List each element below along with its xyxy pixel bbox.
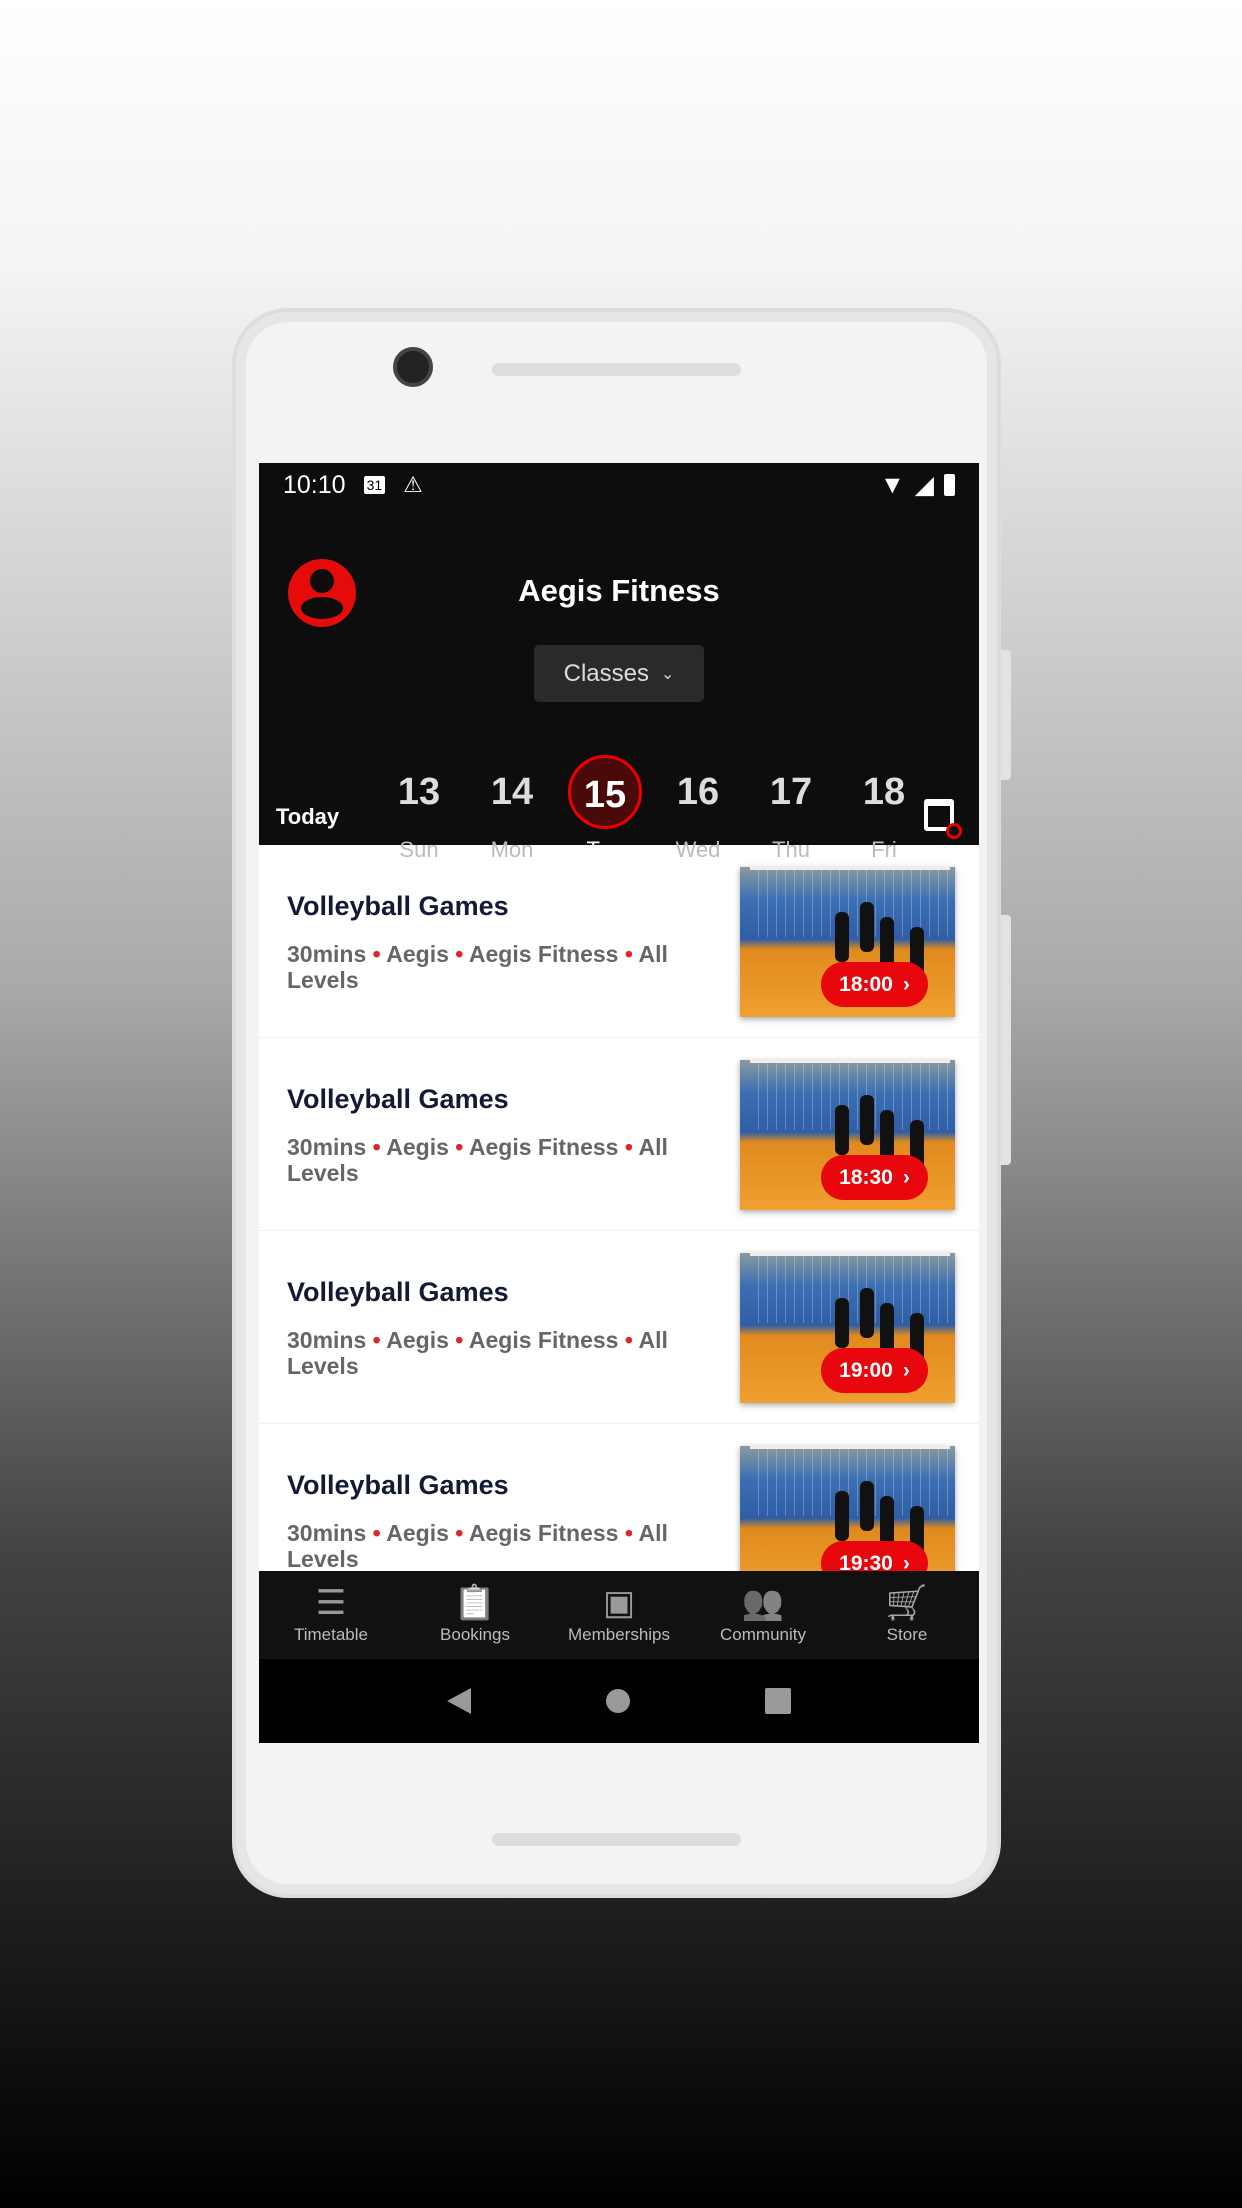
- nav-timetable[interactable]: ☰ Timetable: [259, 1571, 403, 1659]
- date-number: 15: [568, 755, 642, 829]
- date-number: 14: [490, 771, 534, 813]
- membership-card-icon: ▣: [602, 1584, 636, 1622]
- nav-label: Memberships: [567, 1625, 671, 1644]
- warning-icon: ⚠: [403, 472, 423, 497]
- class-title: Volleyball Games: [287, 1084, 509, 1114]
- bottom-nav: ☰ Timetable 📋 Bookings ▣ Memberships 👥 Communit…: [259, 1571, 979, 1659]
- class-meta: 30mins • Aegis • Aegis Fitness • All Lev…: [287, 1520, 668, 1571]
- camera: [393, 347, 433, 387]
- app-title: Aegis Fitness: [518, 573, 720, 608]
- status-time: 10:10: [283, 470, 346, 499]
- clipboard-check-icon: 📋: [453, 1584, 497, 1622]
- instructor: Aegis: [386, 1520, 449, 1546]
- class-thumbnail: 18:30 ›: [740, 1060, 955, 1210]
- date-number: 17: [769, 771, 813, 813]
- date-number: 16: [676, 771, 720, 813]
- class-meta: 30mins • Aegis • Aegis Fitness • All Lev…: [287, 1327, 668, 1379]
- time-button[interactable]: 18:00 ›: [821, 962, 928, 1007]
- chevron-right-icon: ›: [902, 1165, 910, 1189]
- class-thumbnail: 19:30 ›: [740, 1446, 955, 1571]
- nav-label: Timetable: [293, 1625, 368, 1644]
- date-number: 13: [397, 771, 441, 813]
- class-title: Volleyball Games: [287, 1277, 509, 1307]
- location: Aegis Fitness: [468, 1134, 619, 1160]
- users-icon: 👥: [741, 1584, 785, 1622]
- screen: 10:10 31 ⚠ ▼ ◢ Aegis Fitness Classes ⌄ Tod…: [259, 463, 979, 1743]
- power-button: [1001, 650, 1011, 780]
- battery-icon: [944, 474, 955, 496]
- chevron-right-icon: ›: [902, 1358, 910, 1382]
- chevron-right-icon: ›: [902, 1551, 910, 1572]
- location: Aegis Fitness: [468, 941, 619, 967]
- location: Aegis Fitness: [468, 1520, 619, 1546]
- date-number: 18: [862, 771, 906, 813]
- nav-label: Store: [886, 1625, 928, 1644]
- today-button[interactable]: Today: [276, 804, 339, 830]
- class-time: 19:00: [839, 1358, 893, 1382]
- time-button[interactable]: 19:00 ›: [821, 1348, 928, 1393]
- nav-community[interactable]: 👥 Community: [691, 1571, 835, 1659]
- duration: 30mins: [287, 1520, 367, 1546]
- volume-button: [1001, 915, 1011, 1165]
- class-time: 18:30: [839, 1165, 893, 1189]
- class-thumbnail: 18:00 ›: [740, 867, 955, 1017]
- status-bar: 10:10 31 ⚠ ▼ ◢: [259, 463, 979, 507]
- dropdown-label: Classes: [563, 659, 649, 687]
- wifi-icon: ▼: [880, 470, 905, 499]
- nav-bookings[interactable]: 📋 Bookings: [403, 1571, 547, 1659]
- calendar-notification-icon: 31: [363, 476, 386, 494]
- class-item[interactable]: Volleyball Games 30mins • Aegis • Aegis …: [259, 1231, 979, 1424]
- calendar-search-icon[interactable]: [924, 799, 962, 839]
- duration: 30mins: [287, 1327, 367, 1353]
- class-item[interactable]: Volleyball Games 30mins • Aegis • Aegis …: [259, 1038, 979, 1231]
- class-list: Volleyball Games 30mins • Aegis • Aegis …: [259, 845, 979, 1571]
- chevron-down-icon: ⌄: [660, 665, 675, 683]
- time-button[interactable]: 18:30 ›: [821, 1155, 928, 1200]
- class-title: Volleyball Games: [287, 891, 509, 921]
- home-icon[interactable]: [605, 1689, 630, 1713]
- cart-icon: 🛒: [885, 1584, 929, 1622]
- back-icon[interactable]: [446, 1688, 471, 1714]
- nav-label: Community: [720, 1625, 806, 1644]
- bottom-bar: [492, 1833, 741, 1846]
- nav-label: Bookings: [440, 1625, 510, 1644]
- list-star-icon: ☰: [315, 1584, 347, 1622]
- recents-icon[interactable]: [765, 1688, 792, 1714]
- header: Aegis Fitness Classes ⌄ Today 13 Sun 14 Mon 1…: [259, 507, 979, 862]
- duration: 30mins: [287, 941, 367, 967]
- duration: 30mins: [287, 1134, 367, 1160]
- class-item[interactable]: Volleyball Games 30mins • Aegis • Aegis …: [259, 1424, 979, 1571]
- instructor: Aegis: [386, 1134, 449, 1160]
- class-title: Volleyball Games: [287, 1470, 509, 1500]
- class-time: 19:30: [839, 1551, 893, 1572]
- location: Aegis Fitness: [468, 1327, 619, 1353]
- signal-icon: ◢: [914, 471, 934, 499]
- classes-dropdown[interactable]: Classes ⌄: [534, 645, 704, 702]
- instructor: Aegis: [386, 941, 449, 967]
- class-thumbnail: 19:00 ›: [740, 1253, 955, 1403]
- class-meta: 30mins • Aegis • Aegis Fitness • All Lev…: [287, 1134, 668, 1186]
- speaker: [492, 363, 741, 376]
- time-button[interactable]: 19:30 ›: [821, 1541, 928, 1571]
- class-time: 18:00: [839, 972, 893, 996]
- system-nav: [259, 1659, 979, 1743]
- nav-memberships[interactable]: ▣ Memberships: [547, 1571, 691, 1659]
- chevron-right-icon: ›: [902, 972, 910, 996]
- nav-store[interactable]: 🛒 Store: [835, 1571, 979, 1659]
- instructor: Aegis: [386, 1327, 449, 1353]
- class-item[interactable]: Volleyball Games 30mins • Aegis • Aegis …: [259, 845, 979, 1038]
- class-meta: 30mins • Aegis • Aegis Fitness • All Lev…: [287, 941, 668, 993]
